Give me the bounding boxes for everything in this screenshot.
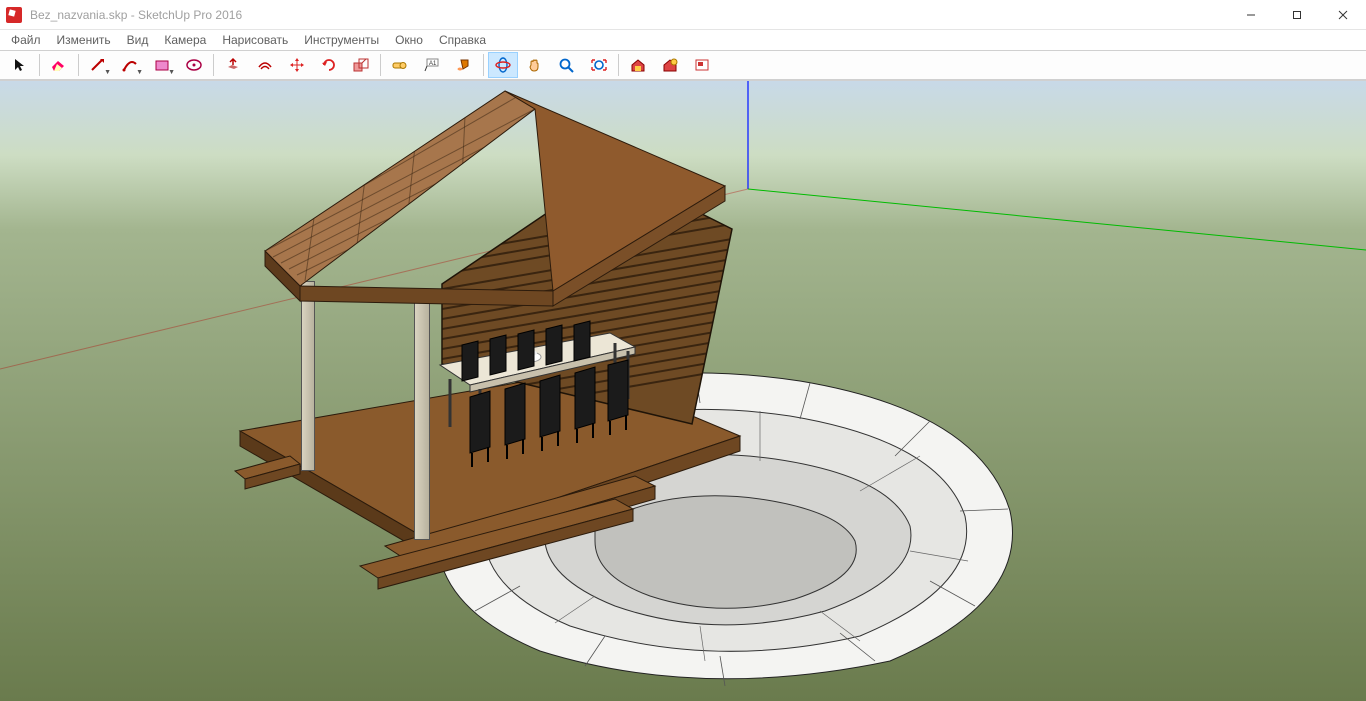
text-tool[interactable]: A1 bbox=[417, 52, 447, 78]
viewport-3d[interactable] bbox=[0, 80, 1366, 701]
tape-tool[interactable] bbox=[385, 52, 415, 78]
pan-tool[interactable] bbox=[520, 52, 550, 78]
separator bbox=[618, 54, 619, 76]
circle-tool[interactable] bbox=[179, 52, 209, 78]
svg-text:A1: A1 bbox=[429, 61, 437, 67]
separator bbox=[78, 54, 79, 76]
maximize-button[interactable] bbox=[1274, 0, 1320, 29]
zoom-extents-tool[interactable] bbox=[584, 52, 614, 78]
pushpull-tool[interactable] bbox=[218, 52, 248, 78]
menu-draw[interactable]: Нарисовать bbox=[215, 31, 295, 49]
pavilion-roof bbox=[255, 91, 755, 341]
minimize-button[interactable] bbox=[1228, 0, 1274, 29]
window-title: Bez_nazvania.skp - SketchUp Pro 2016 bbox=[30, 8, 242, 22]
main-toolbar: ▼ ▼ ▼ A1 bbox=[0, 50, 1366, 80]
menu-edit[interactable]: Изменить bbox=[50, 31, 118, 49]
separator bbox=[380, 54, 381, 76]
close-button[interactable] bbox=[1320, 0, 1366, 29]
title-bar: Bez_nazvania.skp - SketchUp Pro 2016 bbox=[0, 0, 1366, 30]
scene-3d bbox=[0, 81, 1366, 701]
eraser-tool[interactable] bbox=[44, 52, 74, 78]
offset-tool[interactable] bbox=[250, 52, 280, 78]
zoom-tool[interactable] bbox=[552, 52, 582, 78]
line-tool[interactable]: ▼ bbox=[83, 52, 113, 78]
ext-warehouse-tool[interactable] bbox=[655, 52, 685, 78]
window-controls bbox=[1228, 0, 1366, 29]
separator bbox=[39, 54, 40, 76]
menu-window[interactable]: Окно bbox=[388, 31, 430, 49]
move-tool[interactable] bbox=[282, 52, 312, 78]
warehouse-tool[interactable] bbox=[623, 52, 653, 78]
layout-tool[interactable] bbox=[687, 52, 717, 78]
menu-tools[interactable]: Инструменты bbox=[297, 31, 386, 49]
app-icon bbox=[6, 7, 22, 23]
menu-camera[interactable]: Камера bbox=[157, 31, 213, 49]
orbit-tool[interactable] bbox=[488, 52, 518, 78]
menu-help[interactable]: Справка bbox=[432, 31, 493, 49]
separator bbox=[483, 54, 484, 76]
arc-tool[interactable]: ▼ bbox=[115, 52, 145, 78]
shape-tool[interactable]: ▼ bbox=[147, 52, 177, 78]
separator bbox=[213, 54, 214, 76]
select-tool[interactable] bbox=[5, 52, 35, 78]
menu-file[interactable]: Файл bbox=[4, 31, 48, 49]
paint-tool[interactable] bbox=[449, 52, 479, 78]
menu-view[interactable]: Вид bbox=[120, 31, 156, 49]
menu-bar: Файл Изменить Вид Камера Нарисовать Инст… bbox=[0, 30, 1366, 50]
rotate-tool[interactable] bbox=[314, 52, 344, 78]
scale-tool[interactable] bbox=[346, 52, 376, 78]
